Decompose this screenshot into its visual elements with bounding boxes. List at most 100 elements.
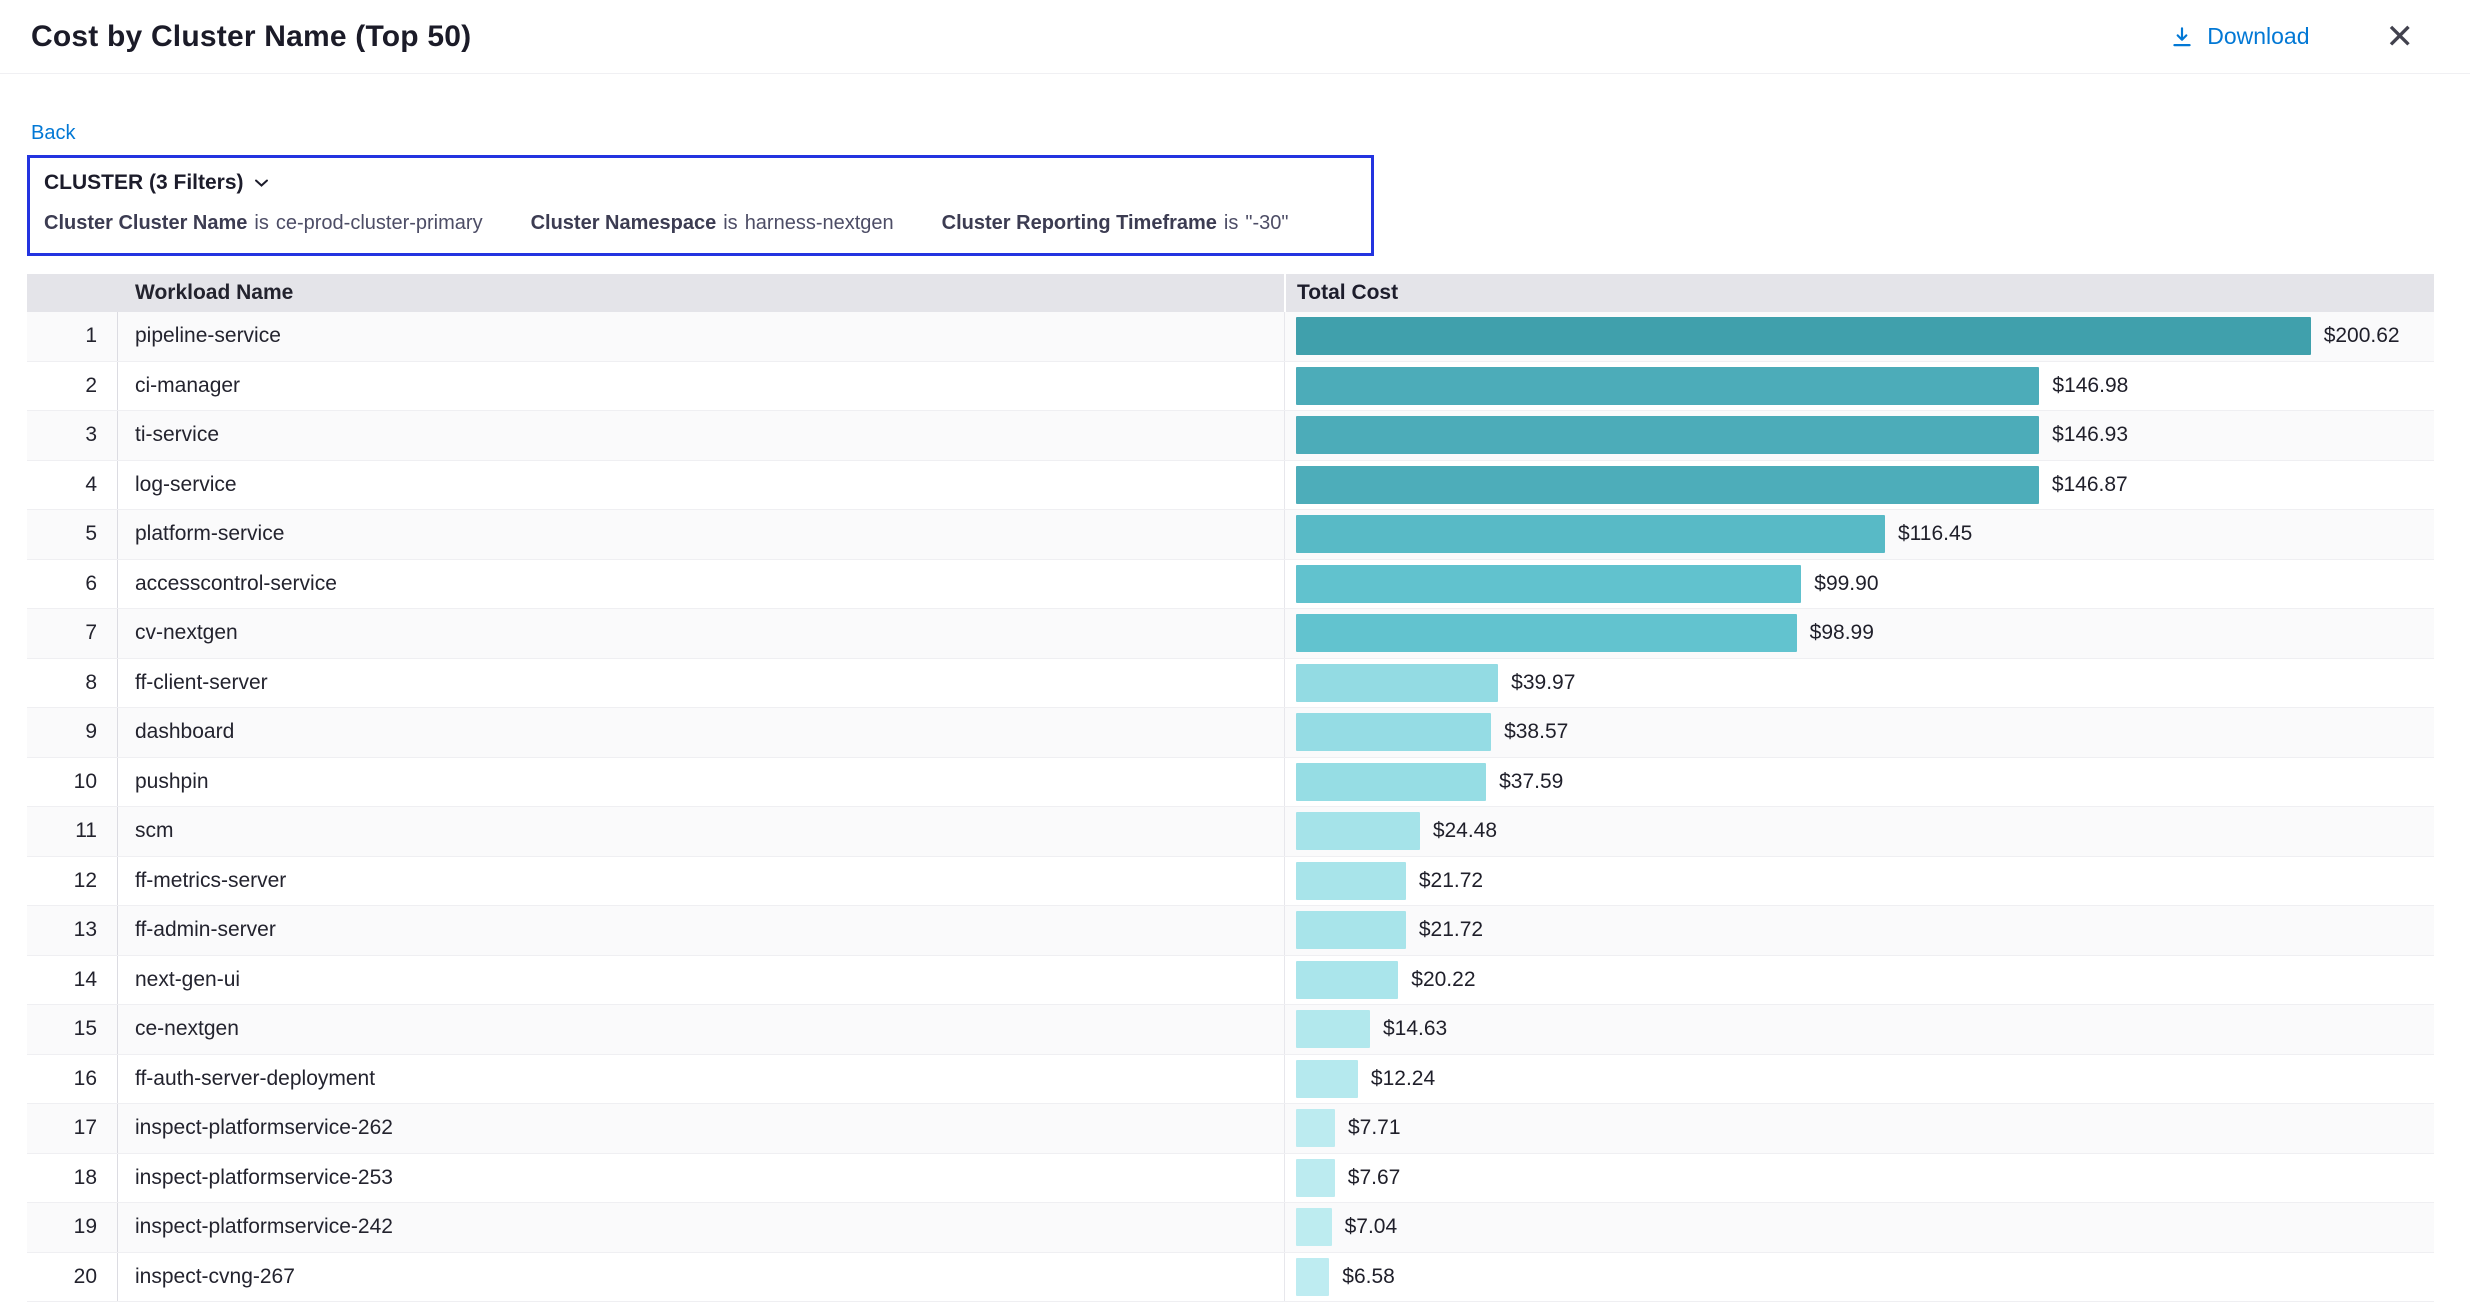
table-row: 3 ti-service $146.93 [27,411,2434,461]
row-cost-cell: $146.98 [1284,362,2434,411]
cost-bar[interactable] [1296,812,1420,850]
cost-value: $116.45 [1898,522,1972,546]
row-workload-name: next-gen-ui [118,956,1284,1005]
row-cost-cell: $39.97 [1284,659,2434,708]
filter-field: Cluster Reporting Timeframe [942,212,1217,235]
table-row: 19 inspect-platformservice-242 $7.04 [27,1203,2434,1253]
cost-value: $21.72 [1419,869,1483,893]
row-workload-name: scm [118,807,1284,856]
cost-value: $7.04 [1345,1215,1398,1239]
cost-bar[interactable] [1296,614,1797,652]
row-rank: 6 [27,560,118,609]
cost-value: $12.24 [1371,1067,1435,1091]
cost-bar[interactable] [1296,713,1491,751]
row-cost-cell: $7.67 [1284,1154,2434,1203]
row-cost-cell: $7.71 [1284,1104,2434,1153]
cost-bar[interactable] [1296,763,1486,801]
cost-value: $146.93 [2052,423,2128,447]
cost-bar[interactable] [1296,862,1406,900]
cost-bar[interactable] [1296,416,2039,454]
row-workload-name: inspect-platformservice-242 [118,1203,1284,1252]
cost-value: $200.62 [2324,324,2400,348]
row-cost-cell: $21.72 [1284,906,2434,955]
table-row: 6 accesscontrol-service $99.90 [27,560,2434,610]
workload-name-column-header: Workload Name [118,274,1284,312]
filter-items: Cluster Cluster Name is ce-prod-cluster-… [44,212,1349,235]
cost-bar[interactable] [1296,1109,1335,1147]
cost-value: $98.99 [1810,621,1874,645]
table-row: 13 ff-admin-server $21.72 [27,906,2434,956]
row-rank: 11 [27,807,118,856]
filter-value: harness-nextgen [745,212,894,235]
cost-value: $7.71 [1348,1116,1401,1140]
row-cost-cell: $37.59 [1284,758,2434,807]
cost-bar[interactable] [1296,565,1801,603]
cost-table: Workload Name Total Cost 1 pipeline-serv… [27,274,2434,1302]
cost-value: $14.63 [1383,1017,1447,1041]
row-cost-cell: $14.63 [1284,1005,2434,1054]
cost-bar[interactable] [1296,466,2039,504]
table-row: 12 ff-metrics-server $21.72 [27,857,2434,907]
filter-item: Cluster Namespace is harness-nextgen [531,212,894,235]
cost-bar[interactable] [1296,515,1885,553]
filter-operator: is [1224,212,1238,235]
row-rank: 13 [27,906,118,955]
cost-bar[interactable] [1296,1258,1329,1296]
table-header-row: Workload Name Total Cost [27,274,2434,312]
download-button[interactable]: Download [2169,23,2309,50]
row-rank: 2 [27,362,118,411]
table-row: 2 ci-manager $146.98 [27,362,2434,412]
row-workload-name: ff-admin-server [118,906,1284,955]
row-workload-name: ti-service [118,411,1284,460]
row-rank: 9 [27,708,118,757]
row-rank: 3 [27,411,118,460]
row-cost-cell: $99.90 [1284,560,2434,609]
cost-bar[interactable] [1296,911,1406,949]
cost-value: $21.72 [1419,918,1483,942]
table-body: 1 pipeline-service $200.62 2 ci-manager … [27,312,2434,1302]
download-icon [2169,24,2195,50]
row-cost-cell: $21.72 [1284,857,2434,906]
row-rank: 12 [27,857,118,906]
cost-bar[interactable] [1296,1208,1332,1246]
rank-column-header [27,274,118,312]
table-row: 8 ff-client-server $39.97 [27,659,2434,709]
row-rank: 19 [27,1203,118,1252]
filter-value: ce-prod-cluster-primary [276,212,483,235]
row-rank: 4 [27,461,118,510]
back-link[interactable]: Back [31,122,75,145]
table-row: 16 ff-auth-server-deployment $12.24 [27,1055,2434,1105]
cost-value: $146.87 [2052,473,2128,497]
row-workload-name: ce-nextgen [118,1005,1284,1054]
row-cost-cell: $24.48 [1284,807,2434,856]
cost-bar[interactable] [1296,1060,1358,1098]
row-rank: 14 [27,956,118,1005]
filter-item: Cluster Reporting Timeframe is "-30" [942,212,1289,235]
table-row: 17 inspect-platformservice-262 $7.71 [27,1104,2434,1154]
cost-bar[interactable] [1296,367,2039,405]
cost-bar[interactable] [1296,1159,1335,1197]
row-cost-cell: $20.22 [1284,956,2434,1005]
table-row: 9 dashboard $38.57 [27,708,2434,758]
row-workload-name: ci-manager [118,362,1284,411]
table-row: 5 platform-service $116.45 [27,510,2434,560]
row-cost-cell: $7.04 [1284,1203,2434,1252]
cost-bar[interactable] [1296,664,1498,702]
row-workload-name: dashboard [118,708,1284,757]
filter-operator: is [723,212,737,235]
close-button[interactable]: ✕ [2382,16,2419,58]
cost-value: $99.90 [1814,572,1878,596]
cost-bar[interactable] [1296,317,2311,355]
row-rank: 10 [27,758,118,807]
total-cost-column-header: Total Cost [1284,274,2434,312]
filter-group-toggle[interactable]: CLUSTER (3 Filters) [44,171,269,195]
cost-bar[interactable] [1296,961,1398,999]
cost-bar[interactable] [1296,1010,1370,1048]
page-title: Cost by Cluster Name (Top 50) [31,20,471,54]
row-workload-name: inspect-cvng-267 [118,1253,1284,1302]
row-workload-name: cv-nextgen [118,609,1284,658]
filter-field: Cluster Cluster Name [44,212,247,235]
chevron-down-icon [254,178,269,188]
row-workload-name: inspect-platformservice-253 [118,1154,1284,1203]
row-rank: 18 [27,1154,118,1203]
